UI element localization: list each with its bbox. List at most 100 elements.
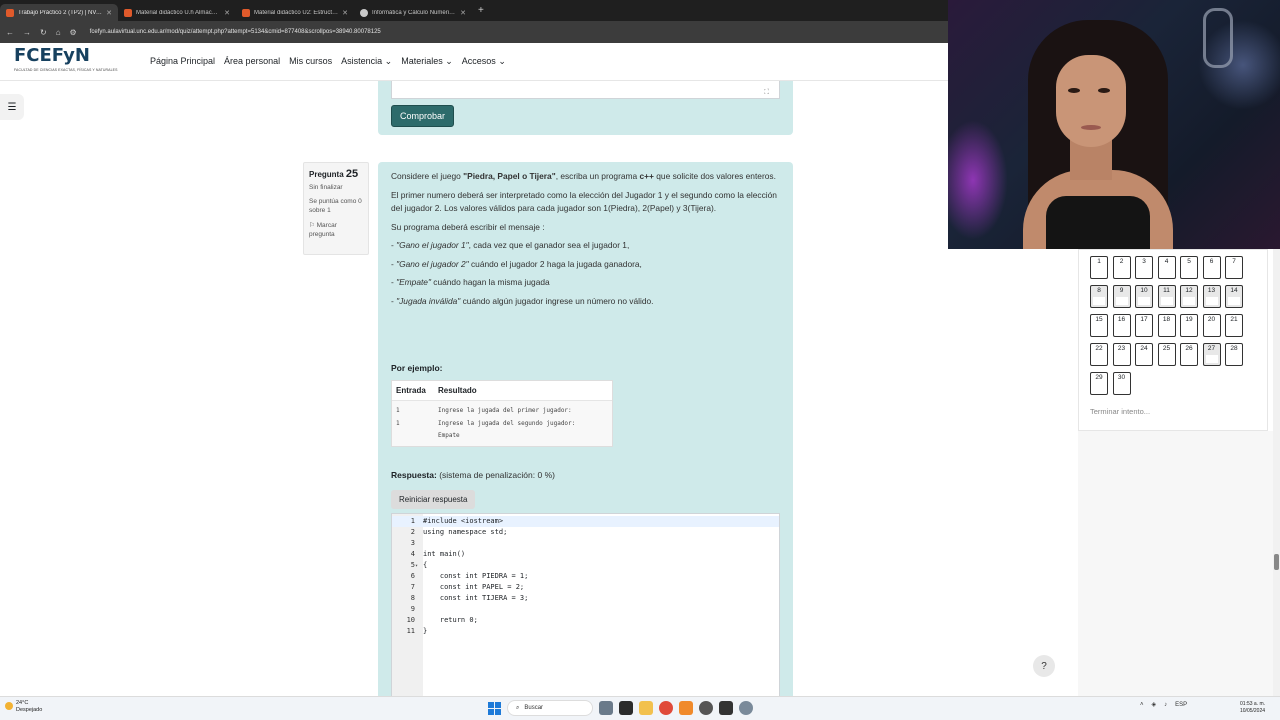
app-icon[interactable] — [719, 701, 733, 715]
quiz-nav-question-button[interactable]: 23 — [1112, 343, 1131, 366]
example-output: Ingrese la jugada del primer jugador: In… — [438, 407, 576, 439]
reset-answer-button[interactable]: Reiniciar respuesta — [391, 490, 476, 509]
quiz-nav-question-button[interactable]: 7 — [1225, 256, 1243, 279]
quiz-nav-question-button[interactable]: 16 — [1112, 314, 1131, 337]
reload-icon[interactable]: ↻ — [40, 28, 47, 37]
network-icon[interactable]: ◈ — [1152, 701, 1157, 708]
terminal-icon[interactable] — [619, 701, 633, 715]
quiz-nav-question-button[interactable]: 3 — [1135, 256, 1153, 279]
question-number: Pregunta 25 — [309, 168, 359, 180]
quiz-nav-question-button[interactable]: 2 — [1112, 256, 1131, 279]
browser-tab[interactable]: Informática y Cálculo Numéric... ✕ — [354, 4, 472, 21]
quiz-nav-question-button[interactable]: 5 — [1180, 256, 1198, 279]
quiz-nav-question-button[interactable]: 26 — [1180, 343, 1198, 366]
quiz-nav-question-button[interactable]: 24 — [1135, 343, 1153, 366]
new-tab-icon[interactable]: + — [478, 5, 484, 16]
moodle-favicon-icon — [242, 8, 250, 17]
answer-label: Respuesta: (sistema de penalización: 0 %… — [391, 470, 555, 480]
quiz-nav-question-button[interactable]: 4 — [1157, 256, 1176, 279]
quiz-nav-question-button[interactable]: 28 — [1225, 343, 1243, 366]
quiz-nav-question-button[interactable]: 1 — [1090, 256, 1108, 279]
close-tab-icon[interactable]: ✕ — [106, 9, 112, 17]
quiz-nav-question-button[interactable]: 8 — [1090, 285, 1108, 308]
code-line: 5▾{ — [392, 560, 427, 571]
quiz-nav-question-button[interactable]: 9 — [1112, 285, 1131, 308]
question-buttons: 1 2 3 4 5 6 7 8 9 10 11 12 13 14 15 16 17 18 19 20 21 22 23 24 2… — [1090, 256, 1243, 395]
code-line: 10 return 0; — [406, 616, 478, 624]
quiz-nav-question-button[interactable]: 6 — [1202, 256, 1221, 279]
scrollbar-thumb[interactable] — [1274, 554, 1279, 570]
menu-item-home[interactable]: Página Principal — [150, 56, 215, 67]
settings-gear-icon[interactable] — [739, 701, 753, 715]
code-line: 6 const int PIEDRA = 1; — [410, 572, 529, 580]
tab-title: Trabajo Práctico 2 (TP2) | NVA... — [18, 9, 103, 16]
quiz-nav-question-button[interactable]: 30 — [1112, 372, 1131, 395]
menu-item-access[interactable]: Accesos ⌄ — [462, 56, 506, 67]
weather-widget[interactable]: 24°C Despejado — [5, 700, 42, 714]
question-points: Se puntúa como 0 sobre 1 — [309, 198, 362, 214]
quiz-nav-question-button[interactable]: 22 — [1090, 343, 1108, 366]
start-windows-icon[interactable] — [488, 701, 501, 715]
chrome-icon[interactable] — [659, 701, 673, 715]
language-indicator[interactable]: ESP — [1175, 702, 1187, 708]
task-view-icon[interactable] — [599, 701, 613, 715]
chevron-up-icon[interactable]: ˄ — [1140, 702, 1144, 708]
taskbar-clock[interactable]: 01:53 a. m. 10/05/2024 — [1240, 701, 1265, 715]
close-tab-icon[interactable]: ✕ — [460, 9, 466, 17]
quiz-nav-question-button[interactable]: 18 — [1157, 314, 1176, 337]
fullscreen-icon[interactable]: ⛶ — [764, 89, 769, 97]
help-button[interactable]: ? — [1033, 655, 1055, 677]
browser-tab[interactable]: Material didáctico U2: Estructu... ✕ — [236, 4, 354, 21]
close-tab-icon[interactable]: ✕ — [224, 9, 230, 17]
check-button[interactable]: Comprobar — [391, 105, 455, 127]
code-line: 3 — [410, 539, 415, 547]
globe-favicon-icon — [360, 8, 368, 17]
obs-icon[interactable] — [699, 701, 713, 715]
quiz-nav-question-button[interactable]: 21 — [1225, 314, 1243, 337]
home-icon[interactable]: ⌂ — [56, 28, 61, 37]
back-icon[interactable]: ← — [6, 28, 14, 37]
intro-paragraph: Considere el juego "Piedra, Papel o Tije… — [391, 171, 776, 181]
forward-icon[interactable]: → — [23, 28, 31, 37]
finish-attempt-link[interactable]: Terminar intento... — [1090, 407, 1150, 416]
url-field[interactable]: fcefyn.aulavirtual.unc.edu.ar/mod/quiz/a… — [90, 29, 381, 35]
browser-tab[interactable]: Material didáctico U.h Almacen... ✕ — [118, 4, 236, 21]
flag-icon: ⚐ — [309, 222, 315, 229]
quiz-nav-question-button[interactable]: 12 — [1180, 285, 1198, 308]
quiz-nav-question-button[interactable]: 29 — [1090, 372, 1108, 395]
site-info-icon[interactable]: ⚙ — [70, 28, 77, 37]
code-editor[interactable]: 1 #include <iostream> 2 using namespace st… — [391, 513, 780, 702]
quiz-nav-question-button[interactable]: 27 — [1202, 343, 1221, 366]
menu-item-materials[interactable]: Materiales ⌄ — [401, 56, 453, 67]
course-index-toggle-icon[interactable]: ☰ — [0, 94, 24, 120]
code-line: 9 — [410, 605, 415, 613]
quiz-nav-question-button[interactable]: 13 — [1202, 285, 1221, 308]
column-header-input: Entrada — [396, 386, 426, 395]
quiz-nav-question-button[interactable]: 11 — [1157, 285, 1176, 308]
menu-item-my-courses[interactable]: Mis cursos — [289, 56, 332, 67]
quiz-nav-question-button[interactable]: 25 — [1157, 343, 1176, 366]
file-explorer-icon[interactable] — [639, 701, 653, 715]
code-line: 1 #include <iostream> — [392, 516, 779, 527]
flag-question-link[interactable]: ⚐ Marcar pregunta — [309, 221, 363, 239]
quiz-nav-question-button[interactable]: 10 — [1135, 285, 1153, 308]
close-tab-icon[interactable]: ✕ — [342, 9, 348, 17]
quiz-nav-question-button[interactable]: 17 — [1135, 314, 1153, 337]
quiz-nav-question-button[interactable]: 19 — [1180, 314, 1198, 337]
app-icon[interactable] — [679, 701, 693, 715]
fcefyn-logo[interactable]: FCEFyN FACULTAD DE CIENCIAS EXACTAS, FÍS… — [14, 46, 124, 77]
moodle-favicon-icon — [6, 8, 14, 17]
menu-item-attendance[interactable]: Asistencia ⌄ — [341, 56, 392, 67]
menu-item-dashboard[interactable]: Área personal — [224, 56, 280, 67]
code-line: 2 using namespace std; — [410, 528, 508, 536]
taskbar-search[interactable]: ⌕ Buscar — [507, 700, 593, 716]
quiz-nav-question-button[interactable]: 15 — [1090, 314, 1108, 337]
code-line: 8 const int TIJERA = 3; — [410, 594, 529, 602]
microphone-icon[interactable]: ♪ — [1164, 702, 1167, 708]
quiz-nav-question-button[interactable]: 20 — [1202, 314, 1221, 337]
quiz-nav-question-button[interactable]: 14 — [1225, 285, 1243, 308]
previous-code-editor[interactable]: ⛶ — [391, 81, 780, 99]
page-scrollbar[interactable] — [1273, 249, 1280, 696]
browser-tab[interactable]: Trabajo Práctico 2 (TP2) | NVA... ✕ — [0, 4, 118, 21]
chevron-down-icon: ⌄ — [498, 56, 506, 66]
